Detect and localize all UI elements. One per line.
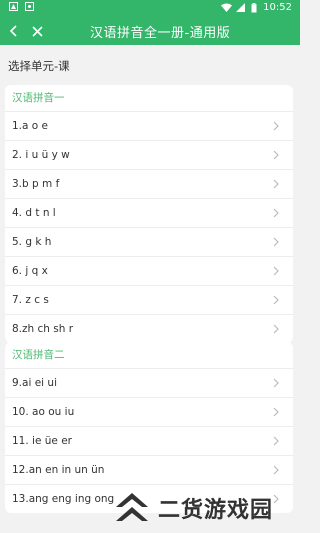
chevron-right-icon	[273, 295, 279, 305]
wifi-icon	[221, 3, 233, 13]
notification-icon	[24, 2, 34, 12]
chevron-right-icon	[273, 179, 279, 189]
lesson-row[interactable]: 9.ai ei ui	[5, 369, 293, 398]
lesson-row[interactable]: 12.an en in un ün	[5, 456, 293, 485]
lesson-row[interactable]: 8.zh ch sh r	[5, 315, 293, 343]
chevron-right-icon	[273, 324, 279, 334]
lesson-row[interactable]: 4. d t n l	[5, 199, 293, 228]
status-time: 10:52	[263, 2, 292, 13]
chevron-right-icon	[273, 208, 279, 218]
chevron-right-icon	[273, 237, 279, 247]
unit-title: 汉语拼音二	[5, 342, 293, 369]
lesson-label: 7. z c s	[12, 294, 49, 306]
lesson-label: 13.ang eng ing ong	[12, 493, 115, 505]
watermark: 二货游戏园	[112, 488, 273, 528]
chevron-right-icon	[273, 150, 279, 160]
notification-icon	[8, 2, 18, 12]
lesson-label: 1.a o e	[12, 120, 49, 132]
lesson-label: 3.b p m f	[12, 178, 60, 190]
signal-icon	[235, 2, 245, 13]
lesson-label: 10. ao ou iu	[12, 406, 75, 418]
lesson-label: 11. ie üe er	[12, 435, 72, 447]
chevron-right-icon	[273, 407, 279, 417]
lesson-row[interactable]: 7. z c s	[5, 286, 293, 315]
lesson-label: 12.an en in un ün	[12, 464, 105, 476]
lesson-label: 6. j q x	[12, 265, 48, 277]
lesson-row[interactable]: 11. ie üe er	[5, 427, 293, 456]
chevron-right-icon	[273, 378, 279, 388]
lesson-row[interactable]: 1.a o e	[5, 112, 293, 141]
lesson-row[interactable]: 5. g k h	[5, 228, 293, 257]
lesson-label: 5. g k h	[12, 236, 52, 248]
lesson-row[interactable]: 3.b p m f	[5, 170, 293, 199]
status-bar: 10:52	[0, 0, 300, 17]
unit-title: 汉语拼音一	[5, 85, 293, 112]
back-button[interactable]	[4, 21, 24, 41]
close-button[interactable]	[27, 21, 47, 41]
chevron-right-icon	[273, 121, 279, 131]
watermark-logo-icon	[116, 493, 148, 521]
watermark-text: 二货游戏园	[158, 498, 274, 523]
lesson-row[interactable]: 6. j q x	[5, 257, 293, 286]
chevron-right-icon	[273, 266, 279, 276]
lesson-label: 2. i u ü y w	[12, 149, 70, 161]
section-title: 选择单元-课	[8, 59, 70, 73]
chevron-right-icon	[273, 436, 279, 446]
close-icon	[31, 25, 43, 37]
lesson-row[interactable]: 2. i u ü y w	[5, 141, 293, 170]
unit-card: 汉语拼音一 1.a o e 2. i u ü y w 3.b p m f 4. …	[5, 85, 293, 343]
lesson-row[interactable]: 10. ao ou iu	[5, 398, 293, 427]
battery-icon	[249, 2, 259, 13]
chevron-left-icon	[9, 25, 17, 37]
lesson-label: 9.ai ei ui	[12, 377, 57, 389]
lesson-label: 8.zh ch sh r	[12, 323, 74, 335]
page-title: 汉语拼音全一册-通用版	[90, 26, 231, 41]
lesson-label: 4. d t n l	[12, 207, 56, 219]
chevron-right-icon	[273, 465, 279, 475]
app-bar: 汉语拼音全一册-通用版	[0, 17, 300, 45]
